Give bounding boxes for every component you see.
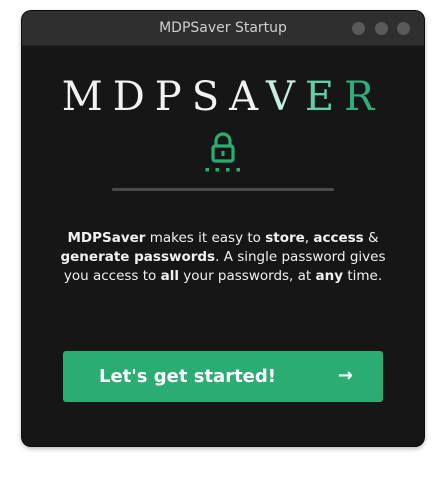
title-bar[interactable]: MDPSaver Startup — [22, 11, 424, 46]
desc-any: any — [315, 268, 344, 284]
desc-generate: generate passwords — [60, 249, 216, 265]
desc-text: your passwords, at — [178, 268, 316, 284]
logo-letter-p: P — [154, 74, 192, 120]
divider — [112, 188, 334, 191]
startup-window: MDPSaver Startup MDPSAVER MDPSaver makes… — [22, 11, 424, 446]
logo-letter-r: R — [344, 74, 385, 120]
arrow-right-icon: → — [337, 365, 353, 386]
app-description: MDPSaver makes it easy to store, access … — [57, 229, 389, 286]
desc-text: makes it easy to — [145, 230, 266, 246]
app-logo: MDPSAVER — [22, 75, 424, 119]
desc-app-name: MDPSaver — [67, 230, 146, 246]
minimize-button[interactable] — [352, 22, 365, 35]
maximize-button[interactable] — [375, 22, 388, 35]
get-started-button[interactable]: Let's get started! → — [63, 351, 383, 402]
lock-icon — [205, 129, 241, 175]
close-button[interactable] — [397, 22, 410, 35]
desc-text: time. — [343, 268, 383, 284]
desc-store: store — [265, 230, 305, 246]
desc-access: access — [313, 230, 364, 246]
logo-letter-a: A — [229, 74, 267, 120]
logo-letter-s: S — [191, 74, 230, 120]
desc-text: & — [363, 230, 379, 246]
logo-letter-d: D — [112, 74, 155, 120]
logo-letter-m: M — [61, 74, 113, 120]
logo-letter-e: E — [304, 74, 345, 120]
get-started-label: Let's get started! — [99, 366, 276, 387]
logo-letter-v: V — [266, 74, 305, 120]
desc-all: all — [160, 268, 179, 284]
